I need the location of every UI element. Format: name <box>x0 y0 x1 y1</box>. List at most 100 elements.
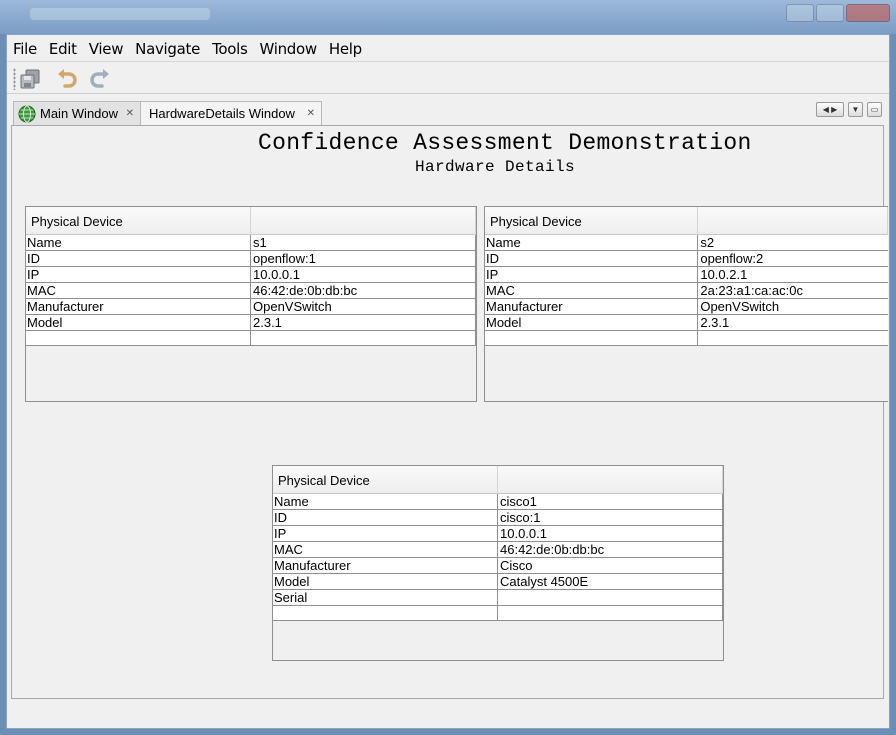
row-key: ID <box>26 251 251 266</box>
row-value: 10.0.2.1 <box>700 267 748 282</box>
table-row[interactable]: Serial <box>273 590 723 606</box>
row-value: s2 <box>700 235 715 250</box>
table-row-empty[interactable] <box>485 331 888 346</box>
table-row[interactable]: ID openflow:1 <box>26 251 476 267</box>
table-row[interactable]: MAC 46:42:de:0b:db:bc <box>26 283 476 299</box>
row-key: ID <box>273 510 498 525</box>
close-window-button[interactable] <box>846 4 890 22</box>
menu-file[interactable]: File <box>7 38 43 60</box>
row-value <box>498 590 723 605</box>
row-key: Model <box>485 315 699 330</box>
table-row-empty[interactable] <box>273 606 723 621</box>
table-row[interactable]: ID openflow:2 <box>485 251 888 267</box>
row-value: 10.0.0.1 <box>498 526 723 541</box>
close-tab-icon[interactable]: ✕ <box>126 108 134 119</box>
table-row[interactable]: ID cisco:1 <box>273 510 723 526</box>
row-key: Name <box>485 235 699 250</box>
window-titlebar <box>0 0 896 34</box>
minimize-button[interactable] <box>786 4 814 22</box>
row-value: 2a:23:a1:ca:ac:0c <box>700 283 803 298</box>
row-value: 46:42:de:0b:db:bc <box>251 283 476 298</box>
table-row[interactable]: Name s1 <box>26 235 476 251</box>
menu-help[interactable]: Help <box>323 38 368 60</box>
row-value: cisco1 <box>498 494 723 509</box>
row-key: MAC <box>485 283 699 298</box>
row-value: openflow:2 <box>700 251 764 266</box>
save-all-button[interactable] <box>17 66 43 92</box>
save-all-icon <box>20 69 40 89</box>
table-row[interactable]: Name s2 <box>485 235 888 251</box>
toolbar-grip[interactable] <box>13 68 16 90</box>
column-header-physical-device[interactable]: Physical Device <box>273 466 498 494</box>
row-value: s1 <box>251 235 476 250</box>
row-key: Name <box>273 494 498 509</box>
row-key: MAC <box>273 542 498 557</box>
table-row[interactable]: Name cisco1 <box>273 494 723 510</box>
device-table-s2: Physical Device Name s2 ID openflow:2 IP 10… <box>484 206 888 402</box>
table-row[interactable]: Model 2.3.1 <box>26 315 476 331</box>
row-key: Manufacturer <box>273 558 498 573</box>
maximize-button[interactable] <box>816 4 844 22</box>
column-header-value[interactable] <box>251 207 476 235</box>
row-key: ID <box>485 251 699 266</box>
column-header-value[interactable] <box>698 207 888 235</box>
table-row[interactable]: MAC 46:42:de:0b:db:bc <box>273 542 723 558</box>
device-table-cisco1: Physical Device Name cisco1 ID cisco:1 IP 1… <box>272 465 724 661</box>
row-value: 2.3.1 <box>700 315 730 330</box>
redo-button[interactable] <box>86 66 112 92</box>
tab-scroll-buttons[interactable]: ◀ ▶ <box>816 102 844 117</box>
close-tab-icon[interactable]: ✕ <box>307 108 315 119</box>
row-value: 2.3.1 <box>251 315 476 330</box>
table-row[interactable]: Model 2.3.1 <box>485 315 888 331</box>
table-row[interactable]: IP 10.0.0.1 <box>273 526 723 542</box>
row-key: Model <box>273 574 498 589</box>
menu-navigate[interactable]: Navigate <box>129 38 206 60</box>
row-key: IP <box>273 526 498 541</box>
row-key: MAC <box>26 283 251 298</box>
table-row[interactable]: Model Catalyst 4500E <box>273 574 723 590</box>
row-value: openflow:1 <box>251 251 476 266</box>
tab-list-dropdown-icon[interactable]: ▼ <box>848 102 863 117</box>
tab-hardwaredetails-window[interactable]: HardwareDetails Window ✕ <box>140 101 322 125</box>
redo-icon <box>90 69 109 88</box>
row-value: Cisco <box>498 558 723 573</box>
table-row-empty[interactable] <box>26 331 476 346</box>
row-value: Catalyst 4500E <box>498 574 723 589</box>
editor-tab-bar: Main Window ✕ HardwareDetails Window ✕ ◀… <box>11 101 887 125</box>
window-title-blurred <box>30 8 210 20</box>
row-key: Manufacturer <box>26 299 251 314</box>
device-table-s1: Physical Device Name s1 ID openflow:1 IP 10… <box>25 206 477 402</box>
row-value: 46:42:de:0b:db:bc <box>498 542 723 557</box>
row-value: 10.0.0.1 <box>251 267 476 282</box>
row-key: IP <box>26 267 251 282</box>
maximize-tab-icon[interactable]: ▭ <box>867 102 882 117</box>
row-key: Serial <box>273 590 498 605</box>
table-row[interactable]: Manufacturer OpenVSwitch <box>485 299 888 315</box>
page-subtitle: Hardware Details <box>415 158 576 176</box>
menubar: File Edit View Navigate Tools Window Hel… <box>7 38 368 60</box>
column-header-physical-device[interactable]: Physical Device <box>26 207 251 235</box>
table-row[interactable]: MAC 2a:23:a1:ca:ac:0c <box>485 283 888 299</box>
column-header-value[interactable] <box>498 466 723 494</box>
undo-button[interactable] <box>55 66 81 92</box>
menu-view[interactable]: View <box>83 38 129 60</box>
menu-window[interactable]: Window <box>254 38 323 60</box>
tab-main-window[interactable]: Main Window ✕ <box>13 101 141 125</box>
menu-edit[interactable]: Edit <box>43 38 83 60</box>
device-table-header: Physical Device <box>485 207 888 235</box>
table-row[interactable]: Manufacturer Cisco <box>273 558 723 574</box>
row-key: Manufacturer <box>485 299 699 314</box>
toolbar <box>7 61 889 94</box>
menu-tools[interactable]: Tools <box>206 38 253 60</box>
column-header-physical-device[interactable]: Physical Device <box>485 207 699 235</box>
device-table-header: Physical Device <box>273 466 723 494</box>
table-row[interactable]: IP 10.0.0.1 <box>26 267 476 283</box>
table-row[interactable]: Manufacturer OpenVSwitch <box>26 299 476 315</box>
row-value: OpenVSwitch <box>700 299 780 314</box>
page-title: Confidence Assessment Demonstration <box>258 130 752 156</box>
globe-icon <box>18 105 36 122</box>
row-value: cisco:1 <box>498 510 723 525</box>
table-row[interactable]: IP 10.0.2.1 <box>485 267 888 283</box>
row-key: Name <box>26 235 251 250</box>
tab-main-window-label: Main Window <box>40 106 119 121</box>
